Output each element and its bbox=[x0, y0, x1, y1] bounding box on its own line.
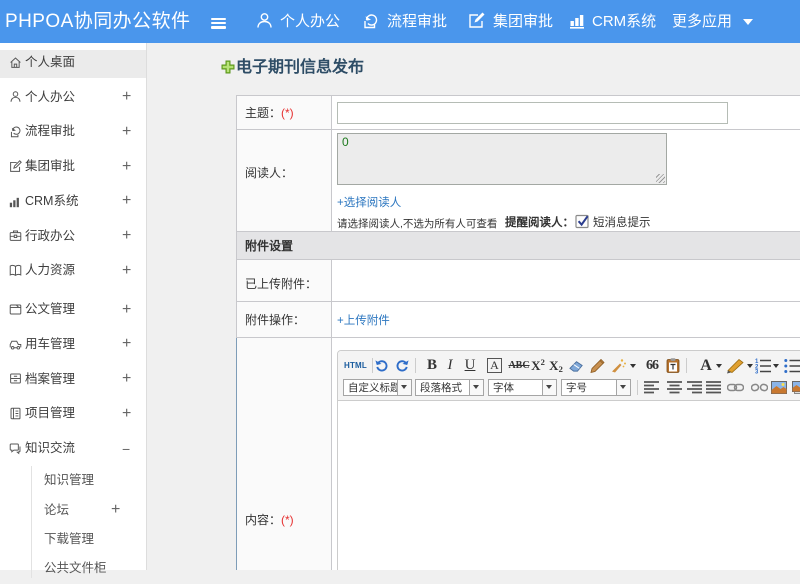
svg-text:3: 3 bbox=[755, 370, 759, 376]
